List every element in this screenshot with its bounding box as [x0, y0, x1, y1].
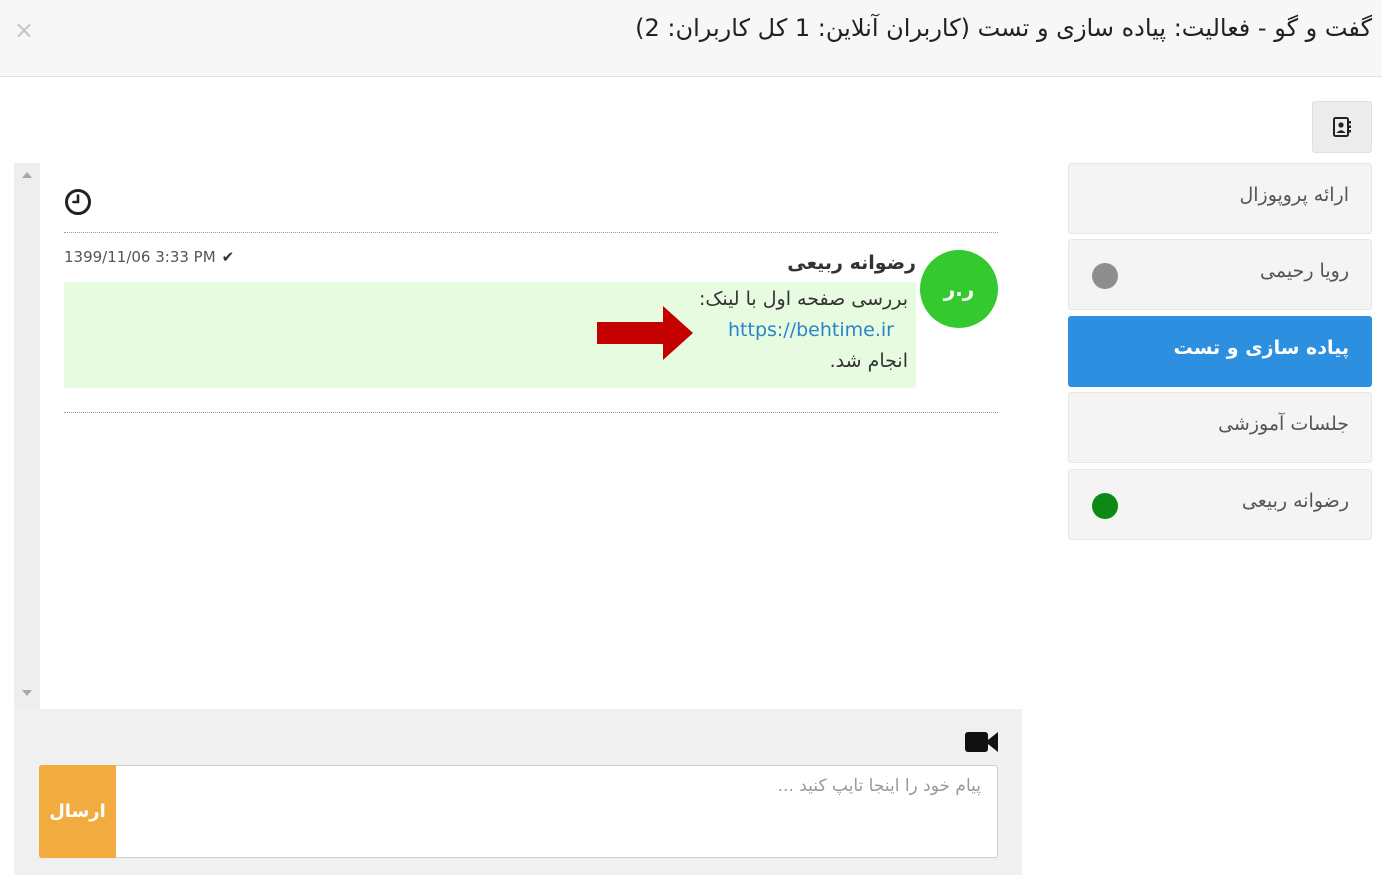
send-button[interactable]: ارسال: [39, 765, 116, 858]
sidebar-item-roya-rahimi[interactable]: رویا رحیمی: [1068, 239, 1372, 310]
message-separator: [64, 412, 998, 413]
check-icon: ✔: [221, 248, 235, 266]
sidebar-item-implementation-test[interactable]: پیاده سازی و تست: [1068, 316, 1372, 387]
message-link[interactable]: https://behtime.ir: [728, 319, 894, 341]
dialog-title: گفت و گو - فعالیت: پیاده سازی و تست (کار…: [635, 14, 1372, 42]
message-sender: رضوانه ربیعی: [787, 252, 916, 274]
chat-messages-panel: [14, 163, 1020, 709]
scrollbar[interactable]: [14, 163, 40, 709]
contacts-button[interactable]: [1312, 101, 1372, 153]
video-camera-icon[interactable]: [964, 729, 999, 755]
sidebar-item-label: ارائه پروپوزال: [1239, 184, 1349, 206]
contact-book-icon: [1333, 117, 1351, 137]
history-clock-icon[interactable]: [64, 188, 92, 216]
sidebar-item-label: رضوانه ربیعی: [1241, 490, 1349, 512]
offline-status-dot: [1092, 263, 1118, 289]
avatar: ر.ر: [920, 250, 998, 328]
message-input[interactable]: [116, 766, 997, 857]
message-text-line: انجام شد.: [829, 350, 908, 372]
message-separator: [64, 232, 998, 233]
sidebar-item-label: پیاده سازی و تست: [1173, 337, 1349, 359]
sidebar-item-label: رویا رحیمی: [1260, 260, 1349, 282]
scroll-up-arrow-icon[interactable]: [22, 172, 32, 178]
timestamp-text: 1399/11/06 3:33 PM: [64, 248, 216, 266]
message-timestamp: 1399/11/06 3:33 PM ✔: [64, 248, 234, 266]
red-arrow-annotation-icon: [597, 306, 693, 360]
scroll-down-arrow-icon[interactable]: [22, 690, 32, 696]
dialog-header: گفت و گو - فعالیت: پیاده سازی و تست (کار…: [0, 0, 1382, 77]
online-status-dot: [1092, 493, 1118, 519]
sidebar-item-rezvaneh-rabiei[interactable]: رضوانه ربیعی: [1068, 469, 1372, 540]
message-text-line: بررسی صفحه اول با لینک:: [698, 288, 908, 310]
sidebar-item-proposal[interactable]: ارائه پروپوزال: [1068, 163, 1372, 234]
sidebar-item-training-sessions[interactable]: جلسات آموزشی: [1068, 392, 1372, 463]
sidebar-item-label: جلسات آموزشی: [1218, 413, 1349, 435]
close-icon[interactable]: ×: [14, 18, 34, 42]
